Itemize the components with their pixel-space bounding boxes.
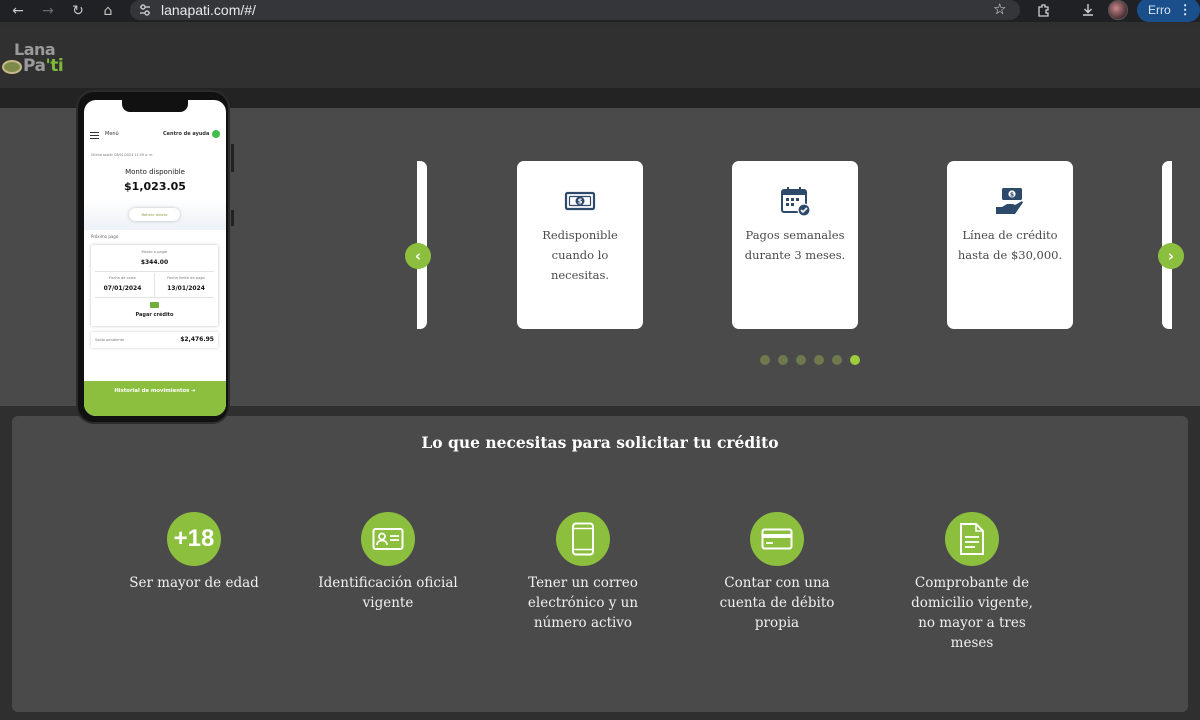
money-bag-icon <box>2 60 22 74</box>
phone-due-date: 13/01/2024 <box>167 285 205 292</box>
url-text[interactable]: lanapati.com/#/ <box>161 2 256 18</box>
requirements-section: Lo que necesitas para solicitar tu crédi… <box>12 416 1188 712</box>
carousel-dot[interactable] <box>832 355 842 365</box>
requirement-item-debit: Contar con una cuenta de débito propia <box>707 512 847 633</box>
phone-cutoff-label: Fecha de corte <box>109 276 136 280</box>
phone-notch <box>122 100 188 112</box>
benefit-card-linea: $ Línea de crédito hasta de $30,000. <box>947 161 1073 329</box>
forward-icon[interactable]: → <box>38 1 58 21</box>
requirement-text: Contar con una cuenta de débito propia <box>719 575 835 631</box>
requirement-text: Tener un correo electrónico y un número … <box>527 575 639 631</box>
logo-line2: Pa'ti <box>23 56 64 76</box>
back-icon[interactable]: ← <box>8 1 28 21</box>
requirement-text: Identificación oficial vigente <box>318 575 458 611</box>
browser-toolbar: ← → ↻ ⌂ lanapati.com/#/ ☆ Erro ⋮ <box>0 0 1200 22</box>
requirement-text: Comprobante de domicilio vigente, no may… <box>911 575 1033 651</box>
phone-side-button <box>231 144 234 172</box>
phone-history-footer: Historial de movimientos ➜ <box>84 381 226 416</box>
benefit-text: Redisponible cuando lo necesitas. <box>542 228 618 282</box>
requirement-item-age: +18 Ser mayor de edad <box>124 512 264 593</box>
phone-box-divider <box>95 297 214 298</box>
profile-label: Erro <box>1148 3 1171 17</box>
phone-available-amount: $1,023.05 <box>124 180 186 193</box>
phone-history-label: Historial de movimientos <box>114 388 190 394</box>
hamburger-menu-icon <box>90 132 99 139</box>
plus-18-icon: +18 <box>167 512 221 566</box>
carousel-dot[interactable] <box>814 355 824 365</box>
phone-mockup: Menú Centro de ayuda Última sesión 08/01… <box>76 90 234 424</box>
chevron-left-icon[interactable]: ‹ <box>405 243 431 269</box>
benefit-card-redisponible: $ Redisponible cuando lo necesitas. <box>517 161 643 329</box>
money-icon: $ <box>564 191 596 211</box>
bookmark-star-icon[interactable]: ☆ <box>993 0 1006 18</box>
phone-screen: Menú Centro de ayuda Última sesión 08/01… <box>84 100 226 416</box>
arrow-right-icon: ➜ <box>191 388 196 394</box>
chevron-right-icon[interactable]: › <box>1158 243 1184 269</box>
requirement-item-address: Comprobante de domicilio vigente, no may… <box>902 512 1042 653</box>
carousel-dot[interactable] <box>778 355 788 365</box>
page-bottom <box>0 712 1200 720</box>
benefit-text: Línea de crédito hasta de $30,000. <box>957 228 1063 262</box>
cash-icon <box>150 302 159 308</box>
home-icon[interactable]: ⌂ <box>98 1 118 21</box>
lanapati-logo[interactable]: Lana Pa'ti <box>2 40 72 80</box>
requirements-title: Lo que necesitas para solicitar tu crédi… <box>421 433 779 452</box>
download-icon[interactable] <box>1079 1 1097 19</box>
phone-side-button <box>231 210 234 226</box>
requirement-text: Ser mayor de edad <box>129 575 259 591</box>
phone-balance-label: Saldo pendiente <box>95 338 125 342</box>
carousel-dot-active[interactable] <box>850 355 860 365</box>
phone-last-session: Última sesión 08/01/2024 11:59 a. m. <box>91 153 154 157</box>
phone-withdraw-button: Retirar dinero <box>129 208 180 221</box>
benefit-text: Pagos semanales durante 3 meses. <box>744 228 846 262</box>
phone-payment-box: Monto a pagar $344.00 Fecha de corte 07/… <box>91 245 218 326</box>
site-settings-icon[interactable] <box>138 3 152 17</box>
phone-menu-label: Menú <box>105 131 119 137</box>
phone-next-payment-label: Próximo pago <box>91 234 119 239</box>
whatsapp-icon <box>212 130 220 138</box>
requirement-item-id: Identificación oficial vigente <box>318 512 458 613</box>
credit-card-icon <box>750 512 804 566</box>
requirement-item-contact: Tener un correo electrónico y un número … <box>513 512 653 633</box>
smartphone-icon <box>556 512 610 566</box>
phone-box-divider <box>95 271 214 272</box>
carousel-pagination <box>760 355 860 365</box>
hand-money-icon: $ <box>996 188 1023 214</box>
calendar-check-icon <box>781 187 811 217</box>
phone-balance-value: $2,476.95 <box>180 336 214 343</box>
extensions-icon[interactable] <box>1035 1 1053 19</box>
phone-balance-row: Saldo pendiente $2,476.95 <box>91 332 218 348</box>
phone-help-label: Centro de ayuda <box>163 131 210 137</box>
phone-amount-due: $344.00 <box>140 259 169 266</box>
site-header: Lana Pa'ti <box>0 27 1200 88</box>
phone-due-label: Fecha límite de pago <box>167 276 205 280</box>
phone-amount-due-label: Monto a pagar <box>141 250 168 254</box>
reload-icon[interactable]: ↻ <box>68 1 88 21</box>
carousel-dot[interactable] <box>796 355 806 365</box>
address-bar[interactable]: lanapati.com/#/ <box>130 0 1020 20</box>
benefit-card-pagos: Pagos semanales durante 3 meses. <box>732 161 858 329</box>
phone-pay-credit: Pagar crédito <box>135 312 174 318</box>
svg-text:$: $ <box>1010 191 1014 198</box>
carousel-dot[interactable] <box>760 355 770 365</box>
kebab-menu-icon[interactable]: ⋮ <box>1179 2 1192 18</box>
phone-cutoff-date: 07/01/2024 <box>103 285 142 292</box>
profile-avatar[interactable] <box>1108 0 1128 20</box>
profile-button[interactable]: Erro ⋮ <box>1137 0 1200 22</box>
id-card-icon <box>361 512 415 566</box>
svg-text:$: $ <box>578 198 583 206</box>
phone-available-label: Monto disponible <box>125 168 185 176</box>
document-icon <box>945 512 999 566</box>
